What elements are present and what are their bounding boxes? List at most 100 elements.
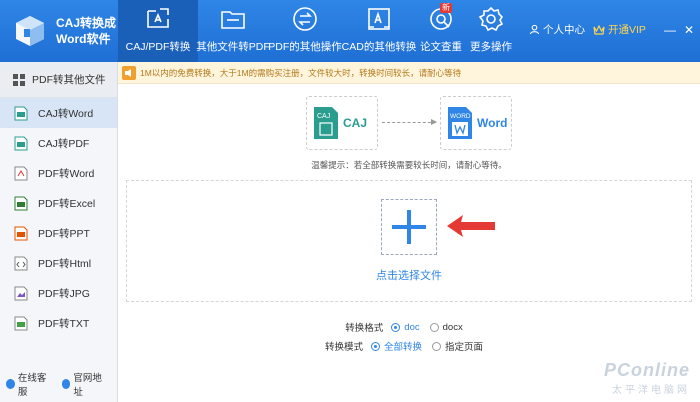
- sidebar-item-pdf-to-html[interactable]: PDF转Html: [0, 248, 117, 278]
- official-site-link[interactable]: 官网地址: [61, 370, 108, 398]
- tab-other-to-pdf[interactable]: 其他文件转PDF: [196, 0, 270, 62]
- radio-dot: [429, 322, 439, 332]
- sidebar-item-label: PDF转TXT: [38, 317, 90, 330]
- watermark-subtitle: 太平洋电脑网: [612, 385, 690, 396]
- tab-pdf-other-ops[interactable]: PDF的其他操作: [268, 0, 342, 62]
- sidebar-item-caj-to-pdf[interactable]: CAJ转PDF: [0, 128, 117, 158]
- radio-label: docx: [442, 321, 463, 333]
- format-row: 转换格式 doc docx: [118, 320, 700, 335]
- format-radio-doc[interactable]: doc: [391, 321, 420, 333]
- tab-label: CAD的其他转换: [341, 41, 417, 53]
- ppt-file-icon: [14, 226, 28, 240]
- speaker-icon: [122, 65, 136, 80]
- sidebar-list: CAJ转Word CAJ转PDF PDF转Word PDF转Excel PDF转…: [0, 98, 117, 338]
- notice-bar: 1M以内的免费转换，大于1M的需购买注册，文件较大时，转换时间较长，请耐心等待: [118, 62, 700, 84]
- top-bar: CAJ转换成 Word软件 CAJ/PDF转换 其他文件转PDF PDF的其他操…: [0, 0, 700, 62]
- new-badge: 新: [440, 3, 452, 13]
- window-controls: — ✕: [656, 23, 694, 37]
- radio-dot: [391, 322, 401, 332]
- sidebar-item-label: PDF转Excel: [38, 197, 96, 210]
- radio-dot: [432, 341, 441, 351]
- html-file-icon: [14, 256, 28, 270]
- tab-cad-other-convert[interactable]: CAD的其他转换: [342, 0, 416, 62]
- sidebar-item-label: CAJ转Word: [38, 107, 94, 120]
- sidebar-item-pdf-to-excel[interactable]: PDF转Excel: [0, 188, 117, 218]
- sidebar-item-caj-to-word[interactable]: CAJ转Word: [0, 98, 117, 128]
- excel-file-icon: [14, 196, 28, 210]
- vip-label: 开通VIP: [608, 24, 646, 36]
- online-service-label: 在线客服: [17, 373, 47, 398]
- pdf-file-icon: [14, 166, 28, 180]
- sidebar-item-pdf-to-jpg[interactable]: PDF转JPG: [0, 278, 117, 308]
- main-nav: CAJ/PDF转换 其他文件转PDF PDF的其他操作 CAD的其他转换 新 论…: [118, 0, 516, 62]
- upload-area[interactable]: 点击选择文件: [126, 180, 692, 302]
- user-center-label: 个人中心: [543, 24, 585, 36]
- caj-tag-text: CAJ: [317, 113, 330, 120]
- conversion-flow: CAJ CAJ WORD Word: [306, 96, 512, 150]
- crown-icon: [593, 24, 605, 35]
- select-file-label[interactable]: 点击选择文件: [127, 267, 691, 283]
- tab-caj-pdf-convert[interactable]: CAJ/PDF转换: [118, 0, 198, 62]
- caj-file-icon: [14, 136, 28, 150]
- sidebar-item-label: PDF转Word: [38, 167, 95, 180]
- add-file-button[interactable]: [381, 199, 437, 255]
- sidebar-footer: 在线客服 官网地址: [6, 370, 117, 398]
- pdf-ops-icon: [293, 7, 317, 31]
- main-panel: 1M以内的免费转换，大于1M的需购买注册，文件较大时，转换时间较长，请耐心等待 …: [118, 62, 700, 402]
- close-button[interactable]: ✕: [684, 23, 694, 37]
- image-file-icon: [14, 286, 28, 300]
- tip-text: 温馨提示：若全部转换需要较长时间，请耐心等待。: [311, 160, 507, 170]
- watermark-logo: PConline: [603, 360, 690, 380]
- tab-label: 其他文件转PDF: [196, 41, 270, 53]
- user-center-link[interactable]: 个人中心: [529, 22, 585, 37]
- radio-label: doc: [404, 321, 420, 333]
- app-title-line2: Word软件: [56, 32, 111, 46]
- source-format-box: CAJ CAJ: [306, 96, 378, 150]
- sidebar-item-label: PDF转PPT: [38, 227, 90, 240]
- sidebar-item-label: CAJ转PDF: [38, 137, 90, 150]
- txt-file-icon: [14, 316, 28, 330]
- format-radio-docx[interactable]: docx: [429, 321, 463, 333]
- app-title-line1: CAJ转换成: [56, 16, 117, 30]
- radio-dot: [370, 341, 380, 351]
- flow-arrow: [382, 119, 437, 125]
- cad-icon: [368, 8, 390, 30]
- online-service-link[interactable]: 在线客服: [6, 370, 52, 398]
- sidebar-item-pdf-to-word[interactable]: PDF转Word: [0, 158, 117, 188]
- brand: CAJ转换成 Word软件: [0, 0, 118, 62]
- source-format-label: CAJ: [343, 116, 368, 130]
- user-icon: [529, 24, 540, 35]
- vip-button[interactable]: 开通VIP: [593, 22, 646, 37]
- format-label: 转换格式: [345, 323, 384, 334]
- tab-label: 论文查重: [420, 41, 462, 53]
- account-area: 个人中心 开通VIP — ✕: [529, 22, 694, 37]
- radio-label: 指定页面: [445, 342, 484, 353]
- target-format-box: WORD Word: [440, 96, 512, 150]
- tab-paper-check[interactable]: 新 论文查重: [416, 0, 466, 62]
- tab-label: CAJ/PDF转换: [125, 41, 191, 53]
- notice-text: 1M以内的免费转换，大于1M的需购买注册，文件较大时，转换时间较长，请耐心等待: [140, 67, 462, 78]
- official-site-label: 官网地址: [73, 373, 102, 398]
- minimize-button[interactable]: —: [664, 23, 676, 37]
- sidebar-header-label: PDF转其他文件: [32, 74, 106, 86]
- grid-icon: [13, 73, 25, 86]
- sidebar-item-pdf-to-ppt[interactable]: PDF转PPT: [0, 218, 117, 248]
- folder-icon: [221, 11, 245, 29]
- sidebar-item-pdf-to-txt[interactable]: PDF转TXT: [0, 308, 117, 338]
- mode-radio-pages[interactable]: 指定页面: [432, 339, 483, 353]
- sidebar-item-label: PDF转Html: [38, 257, 92, 270]
- tab-label: PDF的其他操作: [268, 41, 342, 53]
- gear-icon: [478, 6, 504, 32]
- mode-row: 转换模式 全部转换 指定页面: [118, 339, 700, 353]
- sidebar-header[interactable]: PDF转其他文件: [0, 62, 117, 98]
- target-format-label: Word: [477, 116, 508, 130]
- tab-label: 更多操作: [470, 41, 512, 53]
- sidebar-item-label: PDF转JPG: [38, 287, 90, 300]
- tab-more-ops[interactable]: 更多操作: [466, 0, 516, 62]
- app-title: CAJ转换成 Word软件: [56, 15, 116, 47]
- watermark: PConline 太平洋电脑网: [604, 360, 690, 396]
- sidebar: PDF转其他文件 CAJ转Word CAJ转PDF PDF转Word PDF转E…: [0, 62, 118, 402]
- mode-radio-all[interactable]: 全部转换: [370, 339, 422, 353]
- globe-icon: [61, 379, 71, 389]
- radio-label: 全部转换: [383, 342, 422, 353]
